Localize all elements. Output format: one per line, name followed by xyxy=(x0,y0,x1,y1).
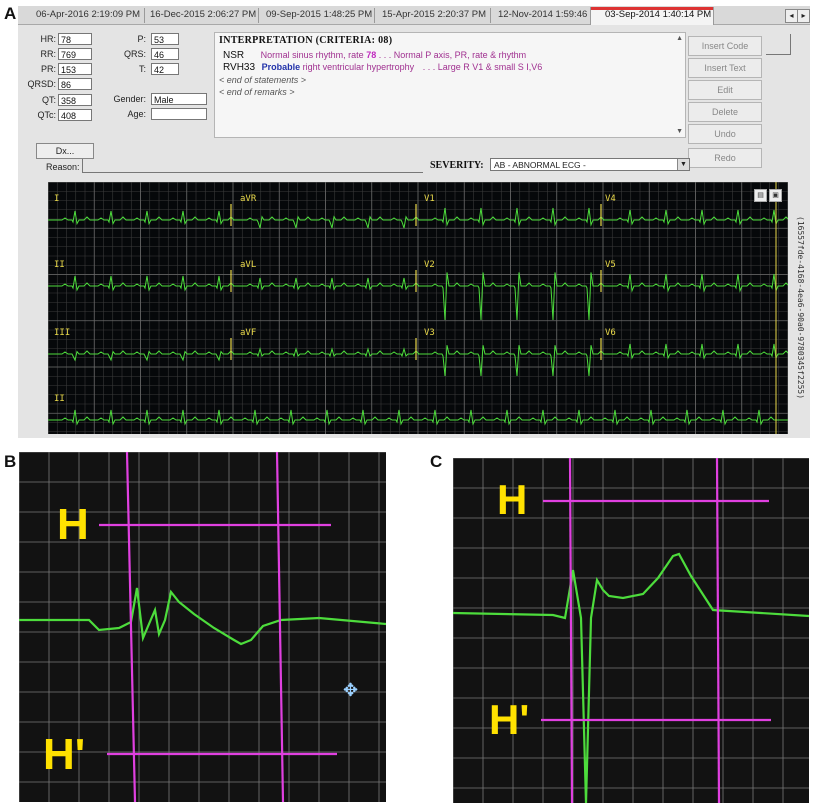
scroll-down-icon[interactable]: ▼ xyxy=(676,128,683,135)
nsr-rest: . . . Normal P axis, PR, rate & rhythm xyxy=(378,50,527,60)
ecg-toolbar: ▤ ▣ xyxy=(752,184,782,202)
lead-label-v4: V4 xyxy=(605,194,616,204)
ecg-viewer-window: 06-Apr-2016 2:19:09 PM 16-Dec-2015 2:06:… xyxy=(18,6,810,438)
tab-record-5[interactable]: 12-Nov-2014 1:59:46 PM xyxy=(484,8,604,23)
lead-label-v1: V1 xyxy=(424,194,435,204)
print-icon[interactable]: ▣ xyxy=(769,189,782,202)
chevron-down-icon[interactable]: ▼ xyxy=(677,159,689,170)
lead-label-v3: V3 xyxy=(424,328,435,338)
t-field[interactable]: 42 xyxy=(151,63,179,75)
qtc-field[interactable]: 408 xyxy=(58,109,92,121)
tab-record-2[interactable]: 16-Dec-2015 2:06:27 PM xyxy=(136,8,259,23)
t-label: T: xyxy=(138,64,146,74)
reason-field[interactable] xyxy=(82,159,423,173)
tab-record-4[interactable]: 15-Apr-2015 2:20:37 PM xyxy=(368,8,491,23)
gender-label: Gender: xyxy=(113,94,146,104)
lead-label-ii: II xyxy=(54,260,65,270)
insert-code-button[interactable]: Insert Code xyxy=(688,36,762,56)
lead-label-v5: V5 xyxy=(605,260,616,270)
pr-label: PR: xyxy=(40,64,56,74)
rvh-text: right ventricular hypertrophy xyxy=(302,62,415,72)
ecg-record-id: (16557fde-4168-4ea6-90a0-9780345f2255) xyxy=(796,216,805,400)
lead-label-iii: III xyxy=(54,328,71,338)
severity-select[interactable]: AB - ABNORMAL ECG - ▼ xyxy=(490,158,690,171)
zoom-panel-b: H H' ✥ xyxy=(19,452,386,802)
zoom-panel-c: H H' xyxy=(453,458,809,803)
end-of-remarks: < end of remarks > xyxy=(219,87,295,97)
record-tabs: 06-Apr-2016 2:19:09 PM 16-Dec-2015 2:06:… xyxy=(18,6,810,25)
marker-h-prime-label-b: H' xyxy=(43,730,86,779)
panel-label-b: B xyxy=(4,452,17,471)
insert-text-button[interactable]: Insert Text xyxy=(688,58,762,78)
qrsd-label: QRSD: xyxy=(27,79,56,89)
severity-value: AB - ABNORMAL ECG - xyxy=(494,160,586,170)
p-label: P: xyxy=(137,34,146,44)
hr-field[interactable]: 78 xyxy=(58,33,92,45)
marker-h-label-b: H xyxy=(57,500,89,549)
nsr-rate: 78 xyxy=(366,50,377,60)
age-label: Age: xyxy=(127,109,146,119)
age-field[interactable] xyxy=(151,108,207,120)
qrs-field[interactable]: 46 xyxy=(151,48,179,60)
qt-label: QT: xyxy=(41,95,56,105)
gender-field[interactable]: Male xyxy=(151,93,207,105)
statement-nsr[interactable]: NSR Normal sinus rhythm, rate 78 . . . N… xyxy=(223,50,526,61)
caliper-right-b xyxy=(275,452,285,802)
interpretation-panel[interactable]: INTERPRETATION (CRITERIA: 08) NSR Normal… xyxy=(214,32,686,138)
rvh-rest: . . . Large R V1 & small S I,V6 xyxy=(422,62,543,72)
lead-label-avl: aVL xyxy=(240,260,257,270)
lead-label-ii-rhythm: II xyxy=(54,394,65,404)
qtc-label: QTc: xyxy=(37,110,56,120)
ecg-grid-svg xyxy=(48,182,788,434)
qrs-label: QRS: xyxy=(123,49,146,59)
lead-label-v6: V6 xyxy=(605,328,616,338)
scroll-up-icon[interactable]: ▲ xyxy=(676,35,683,42)
tab-record-1[interactable]: 06-Apr-2016 2:19:09 PM xyxy=(22,8,145,23)
reason-label: Reason: xyxy=(46,162,80,172)
interpretation-title: INTERPRETATION (CRITERIA: 08) xyxy=(219,35,393,46)
dx-button[interactable]: Dx... xyxy=(36,143,94,159)
caliper-right-c xyxy=(715,458,721,803)
panel-label-c: C xyxy=(430,452,443,471)
qrsd-field[interactable]: 86 xyxy=(58,78,92,90)
ecg-tracing[interactable]: I aVR V1 V4 II aVL V2 V5 III aVF V3 V6 I… xyxy=(48,182,788,434)
lead-label-i: I xyxy=(54,194,60,204)
tab-record-6[interactable]: 03-Sep-2014 1:40:14 PM xyxy=(590,7,714,25)
redo-button[interactable]: Redo xyxy=(688,148,762,168)
qt-field[interactable]: 358 xyxy=(58,94,92,106)
zoom-c-trace xyxy=(453,552,809,803)
p-field[interactable]: 53 xyxy=(151,33,179,45)
document-icon[interactable]: ▤ xyxy=(754,189,767,202)
panel-label-a: A xyxy=(4,4,17,23)
undo-button[interactable]: Undo xyxy=(688,124,762,144)
nsr-code: NSR xyxy=(223,50,245,61)
nsr-text: Normal sinus rhythm, rate xyxy=(260,50,364,60)
lead-label-avf: aVF xyxy=(240,328,257,338)
edit-button[interactable]: Edit xyxy=(688,80,762,100)
marker-h-prime-label-c: H' xyxy=(489,696,530,743)
tab-scroll-right-button[interactable]: ▸ xyxy=(797,9,810,23)
rr-field[interactable]: 769 xyxy=(58,48,92,60)
corner-bracket xyxy=(766,34,791,55)
zoom-b-trace xyxy=(19,587,386,646)
statement-rvh[interactable]: RVH33 Probable right ventricular hypertr… xyxy=(223,62,542,73)
rvh-probable: Probable xyxy=(261,62,301,72)
caliper-left-c xyxy=(568,458,574,803)
caliper-left-b xyxy=(125,452,137,802)
lead-label-avr: aVR xyxy=(240,194,257,204)
rvh-code: RVH33 xyxy=(223,62,256,73)
delete-button[interactable]: Delete xyxy=(688,102,762,122)
end-of-statements: < end of statements > xyxy=(219,75,307,85)
move-cursor-icon: ✥ xyxy=(343,680,359,700)
pr-field[interactable]: 153 xyxy=(58,63,92,75)
severity-label: SEVERITY: xyxy=(430,160,484,171)
hr-label: HR: xyxy=(40,34,57,44)
marker-h-label-c: H xyxy=(497,476,528,523)
tab-record-3[interactable]: 09-Sep-2015 1:48:25 PM xyxy=(252,8,375,23)
lead-label-v2: V2 xyxy=(424,260,435,270)
rr-label: RR: xyxy=(40,49,57,59)
